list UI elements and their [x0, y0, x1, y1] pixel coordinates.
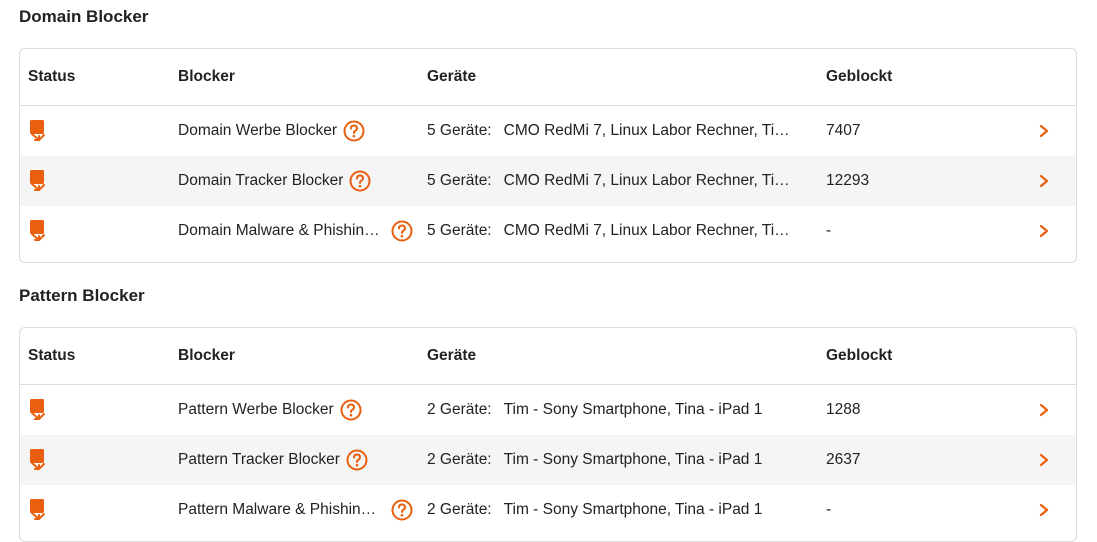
table-row[interactable]: Pattern Malware & Phishing Blocker 2 Ger…	[20, 485, 1076, 535]
table-row[interactable]: Domain Tracker Blocker 5 Geräte: CMO RedM…	[20, 156, 1076, 206]
device-list: Tim - Sony Smartphone, Tina - iPad 1	[503, 451, 763, 468]
blocker-name: Domain Werbe Blocker	[178, 122, 338, 139]
help-icon[interactable]	[391, 220, 413, 242]
blocker-name: Pattern Werbe Blocker	[178, 401, 334, 418]
arrow-cell	[1038, 485, 1050, 535]
devices-cell: 2 Geräte: Tim - Sony Smartphone, Tina - i…	[427, 435, 762, 485]
status-cell	[28, 106, 48, 156]
chevron-right-icon[interactable]	[1038, 403, 1050, 417]
arrow-cell	[1038, 385, 1050, 435]
status-cell	[28, 206, 48, 256]
blocker-name: Pattern Tracker Blocker	[178, 451, 340, 468]
column-header-devices: Geräte	[427, 68, 477, 85]
blocker-cell: Domain Tracker Blocker	[178, 156, 371, 206]
column-header-blocked: Geblockt	[826, 347, 893, 364]
blocker-active-icon[interactable]	[28, 169, 48, 193]
blocker-active-icon[interactable]	[28, 219, 48, 243]
section-title-domain-blocker: Domain Blocker	[19, 7, 149, 26]
device-list: CMO RedMi 7, Linux Labor Rechner, Tim - …	[503, 122, 800, 139]
table-row[interactable]: Pattern Werbe Blocker 2 Geräte: Tim - Son…	[20, 385, 1076, 435]
device-count: 5 Geräte:	[427, 122, 492, 139]
blocker-active-icon[interactable]	[28, 448, 48, 472]
device-count: 5 Geräte:	[427, 222, 492, 239]
table-row[interactable]: Domain Werbe Blocker 5 Geräte: CMO RedMi …	[20, 106, 1076, 156]
chevron-right-icon[interactable]	[1038, 224, 1050, 238]
column-header-blocker: Blocker	[178, 68, 235, 85]
chevron-right-icon[interactable]	[1038, 503, 1050, 517]
arrow-cell	[1038, 106, 1050, 156]
table-row[interactable]: Pattern Tracker Blocker 2 Geräte: Tim - S…	[20, 435, 1076, 485]
blocker-name: Domain Tracker Blocker	[178, 172, 344, 189]
device-list: CMO RedMi 7, Linux Labor Rechner, Tim - …	[503, 172, 800, 189]
device-count: 2 Geräte:	[427, 501, 492, 518]
help-icon[interactable]	[349, 170, 371, 192]
blocked-count: 2637	[826, 451, 861, 468]
blocker-cell: Domain Malware & Phishing Blocker	[178, 206, 413, 256]
column-header-blocked: Geblockt	[826, 68, 893, 85]
blocked-count: 7407	[826, 122, 861, 139]
blocker-active-icon[interactable]	[28, 498, 48, 522]
devices-cell: 5 Geräte: CMO RedMi 7, Linux Labor Rechne…	[427, 106, 800, 156]
blocker-name: Domain Malware & Phishing Blocker	[178, 222, 383, 239]
help-icon[interactable]	[346, 449, 368, 471]
table-header: Status Blocker Geräte Geblockt	[20, 49, 1076, 106]
table-header: Status Blocker Geräte Geblockt	[20, 328, 1076, 385]
blocker-cell: Pattern Tracker Blocker	[178, 435, 368, 485]
status-cell	[28, 385, 48, 435]
status-cell	[28, 156, 48, 206]
devices-cell: 2 Geräte: Tim - Sony Smartphone, Tina - i…	[427, 385, 762, 435]
device-list: Tim - Sony Smartphone, Tina - iPad 1	[503, 401, 763, 418]
chevron-right-icon[interactable]	[1038, 453, 1050, 467]
column-header-devices: Geräte	[427, 347, 477, 364]
device-count: 5 Geräte:	[427, 172, 492, 189]
device-count: 2 Geräte:	[427, 401, 492, 418]
domain-blocker-table: Status Blocker Geräte Geblockt Domain We…	[19, 48, 1077, 263]
devices-cell: 5 Geräte: CMO RedMi 7, Linux Labor Rechne…	[427, 156, 800, 206]
section-title-pattern-blocker: Pattern Blocker	[19, 286, 145, 305]
blocker-cell: Pattern Werbe Blocker	[178, 385, 362, 435]
help-icon[interactable]	[343, 120, 365, 142]
column-header-blocker: Blocker	[178, 347, 235, 364]
help-icon[interactable]	[391, 499, 413, 521]
blocker-cell: Domain Werbe Blocker	[178, 106, 365, 156]
arrow-cell	[1038, 435, 1050, 485]
devices-cell: 5 Geräte: CMO RedMi 7, Linux Labor Rechne…	[427, 206, 800, 256]
pattern-blocker-table: Status Blocker Geräte Geblockt Pattern W…	[19, 327, 1077, 542]
blocked-count: 1288	[826, 401, 861, 418]
device-count: 2 Geräte:	[427, 451, 492, 468]
table-row[interactable]: Domain Malware & Phishing Blocker 5 Gerä…	[20, 206, 1076, 256]
blocker-name: Pattern Malware & Phishing Blocker	[178, 501, 383, 518]
status-cell	[28, 435, 48, 485]
chevron-right-icon[interactable]	[1038, 124, 1050, 138]
status-cell	[28, 485, 48, 535]
device-list: Tim - Sony Smartphone, Tina - iPad 1	[503, 501, 763, 518]
arrow-cell	[1038, 156, 1050, 206]
column-header-status: Status	[28, 347, 76, 364]
device-list: CMO RedMi 7, Linux Labor Rechner, Tim - …	[503, 222, 800, 239]
arrow-cell	[1038, 206, 1050, 256]
devices-cell: 2 Geräte: Tim - Sony Smartphone, Tina - i…	[427, 485, 762, 535]
blocker-cell: Pattern Malware & Phishing Blocker	[178, 485, 413, 535]
help-icon[interactable]	[340, 399, 362, 421]
blocked-count: -	[826, 501, 832, 518]
blocker-active-icon[interactable]	[28, 119, 48, 143]
blocked-count: 12293	[826, 172, 870, 189]
blocked-count: -	[826, 222, 832, 239]
column-header-status: Status	[28, 68, 76, 85]
chevron-right-icon[interactable]	[1038, 174, 1050, 188]
blocker-active-icon[interactable]	[28, 398, 48, 422]
